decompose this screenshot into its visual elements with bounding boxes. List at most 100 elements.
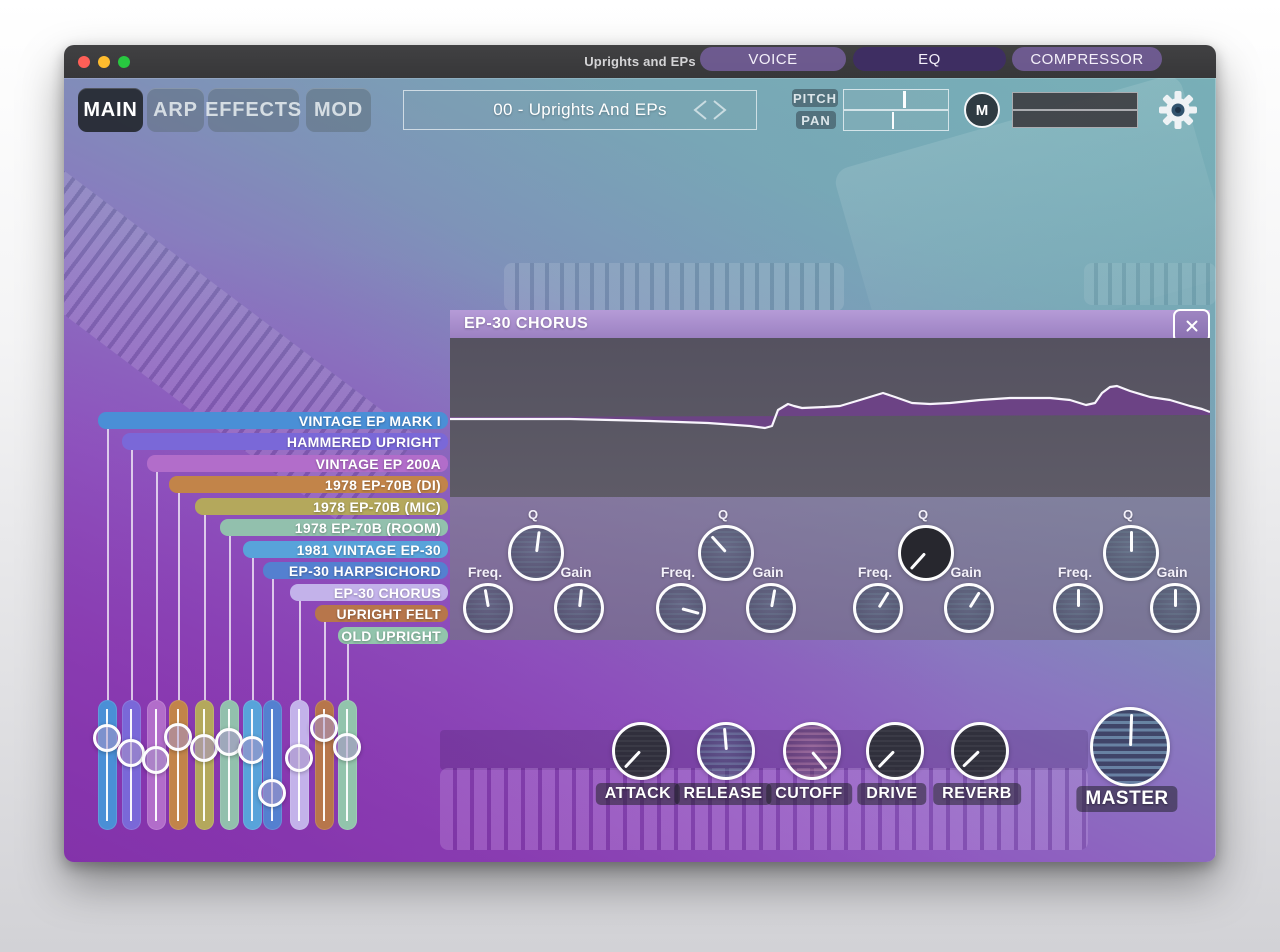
drive-label: DRIVE [857,783,926,805]
eq-band-3-freq-label: Freq. [858,564,892,580]
pitch-slider[interactable] [843,89,949,110]
layer-connector-line [299,601,301,705]
zoom-window-button[interactable] [118,56,130,68]
layer-bar[interactable]: VINTAGE EP MARK I [98,412,448,429]
eq-band-4-q-knob[interactable] [1103,525,1159,581]
layer-connector-line [131,450,133,705]
nav-tab-effects[interactable]: EFFECTS [208,88,299,132]
release-knob[interactable] [697,722,755,780]
fader-rail [203,709,205,821]
fader-rail [346,709,348,821]
eq-band-1-gain-knob[interactable] [554,583,604,633]
panel-tab-compressor[interactable]: COMPRESSOR [1012,47,1162,71]
background-piano-keys-art [1084,263,1216,305]
layer-fader-handle[interactable] [285,744,313,772]
pitch-label: PITCH [792,89,838,107]
eq-band-3-q-knob[interactable] [898,525,954,581]
layer-fader-track[interactable] [169,700,188,830]
knob-pointer [1106,528,1156,578]
layer-bar[interactable]: HAMMERED UPRIGHT [122,433,448,450]
level-meter-right [1012,110,1138,128]
nav-tab-arp[interactable]: ARP [147,88,204,132]
eq-band-2-gain-label: Gain [752,564,783,580]
layer-connector-line [252,558,254,705]
settings-gear-icon[interactable] [1157,89,1199,131]
eq-band-1-q-label: Q [528,507,538,522]
knob-pointer [508,525,564,581]
eq-band-2-q-knob[interactable] [698,525,754,581]
master-label: MASTER [1076,786,1177,812]
layer-fader-track[interactable] [263,700,282,830]
drive-knob[interactable] [866,722,924,780]
eq-band-4-freq-knob[interactable] [1053,583,1103,633]
close-icon [1183,317,1201,335]
pitch-slider-handle[interactable] [903,91,906,108]
knob-pointer [463,583,514,634]
layer-fader-handle[interactable] [117,739,145,767]
eq-band-4-gain-knob[interactable] [1150,583,1200,633]
cutoff-knob[interactable] [783,722,841,780]
eq-band-1-q-knob[interactable] [508,525,564,581]
eq-band-2-gain-knob[interactable] [746,583,796,633]
layer-connector-line [156,472,158,705]
layer-connector-line [229,536,231,705]
reverb-knob[interactable] [951,722,1009,780]
layer-bar[interactable]: EP-30 CHORUS [290,584,448,601]
pan-label: PAN [796,111,836,129]
layer-fader-track[interactable] [243,700,262,830]
layer-bar[interactable]: 1981 VINTAGE EP-30 [243,541,448,558]
layer-fader-handle[interactable] [142,746,170,774]
preset-selector[interactable]: 00 - Uprights And EPs [403,90,757,130]
nav-tab-main[interactable]: MAIN [78,88,143,132]
layer-bar[interactable]: EP-30 HARPSICHORD [263,562,448,579]
window-title: Uprights and EPs [584,54,696,69]
preset-prev-next-icon[interactable] [688,97,732,123]
knob-pointer [746,583,797,634]
master-knob[interactable] [1090,707,1170,787]
layer-fader-handle[interactable] [258,779,286,807]
eq-band-1-gain-label: Gain [560,564,591,580]
layer-bar[interactable]: 1978 EP-70B (DI) [169,476,448,493]
eq-band-1-freq-label: Freq. [468,564,502,580]
layer-fader-handle[interactable] [238,736,266,764]
minimize-window-button[interactable] [98,56,110,68]
close-window-button[interactable] [78,56,90,68]
layer-connector-line [204,515,206,705]
layer-bar[interactable]: 1978 EP-70B (MIC) [195,498,448,515]
layer-fader-track[interactable] [338,700,357,830]
layer-bar[interactable]: UPRIGHT FELT [315,605,448,622]
layer-connector-line [272,579,274,705]
panel-tab-voice[interactable]: VOICE [700,47,846,71]
nav-tab-mod[interactable]: MOD [306,88,371,132]
knob-pointer [555,584,603,632]
layer-fader-handle[interactable] [164,723,192,751]
panel-tab-eq[interactable]: EQ [853,47,1006,71]
eq-band-3-freq-knob[interactable] [853,583,903,633]
layer-fader-track[interactable] [98,700,117,830]
eq-band-3-gain-knob[interactable] [944,583,994,633]
effect-panel-title: EP-30 CHORUS [464,315,588,333]
layer-fader-handle[interactable] [310,714,338,742]
eq-band-3-gain-label: Gain [950,564,981,580]
layer-fader-handle[interactable] [190,734,218,762]
layer-bar[interactable]: OLD UPRIGHT [338,627,448,644]
background-piano-keys-art [504,263,844,311]
preset-name: 00 - Uprights And EPs [493,100,667,120]
eq-band-4-freq-label: Freq. [1058,564,1092,580]
layer-bar[interactable]: VINTAGE EP 200A [147,455,448,472]
level-meter-left [1012,92,1138,110]
pan-slider[interactable] [843,110,949,131]
eq-band-1-freq-knob[interactable] [463,583,513,633]
pan-slider-handle[interactable] [892,112,895,129]
attack-label: ATTACK [596,783,680,805]
eq-band-2-freq-knob[interactable] [656,583,706,633]
layer-fader-track[interactable] [195,700,214,830]
knob-pointer [1153,586,1197,630]
layer-bar[interactable]: 1978 EP-70B (ROOM) [220,519,448,536]
eq-curve-display[interactable] [450,338,1210,497]
attack-knob[interactable] [612,722,670,780]
mute-button[interactable]: M [964,92,1000,128]
layer-fader-track[interactable] [220,700,239,830]
knob-pointer [1092,709,1169,786]
layer-fader-handle[interactable] [333,733,361,761]
